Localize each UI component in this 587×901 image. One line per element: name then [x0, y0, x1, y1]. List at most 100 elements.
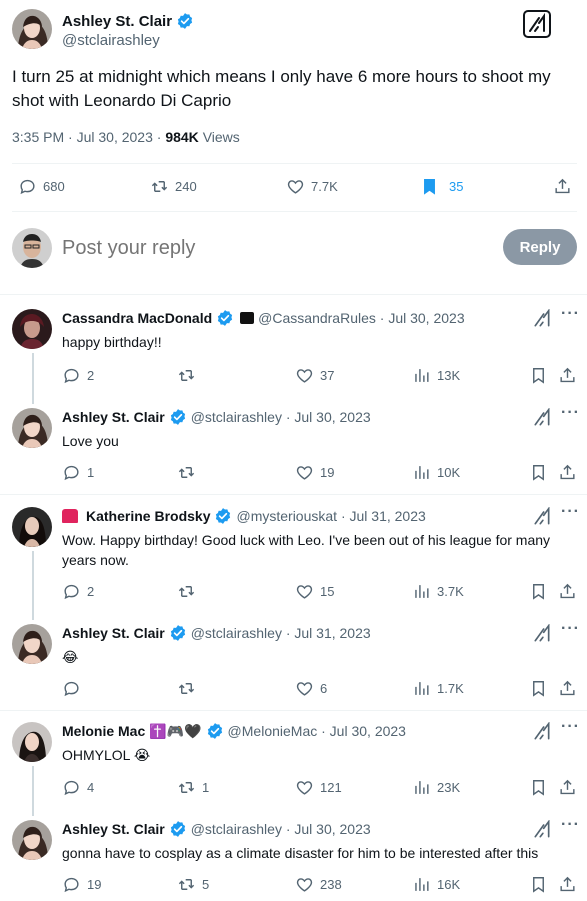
- verified-badge-icon: [169, 820, 187, 838]
- reply-avatar[interactable]: [12, 408, 52, 448]
- bookmark-action[interactable]: [529, 582, 548, 601]
- like-action[interactable]: 121: [295, 778, 342, 797]
- reply-avatar[interactable]: [12, 507, 52, 547]
- bookmark-count: 35: [449, 179, 464, 194]
- reply-handle-date[interactable]: @MelonieMac · Jul 30, 2023: [228, 723, 406, 739]
- like-count: 37: [320, 368, 335, 383]
- share-action[interactable]: [558, 582, 577, 601]
- more-options-icon[interactable]: ···: [561, 305, 580, 323]
- reply-handle-date[interactable]: @stclairashley · Jul 31, 2023: [191, 625, 371, 641]
- tweet-timestamp[interactable]: 3:35 PM · Jul 30, 2023: [12, 129, 153, 145]
- like-action[interactable]: 238: [295, 875, 342, 894]
- author-avatar[interactable]: [12, 9, 52, 49]
- views-action[interactable]: 3.7K: [412, 582, 464, 601]
- retweet-action[interactable]: [177, 582, 202, 601]
- retweet-icon: [177, 778, 196, 797]
- share-action[interactable]: [558, 778, 577, 797]
- bookmark-action[interactable]: [529, 778, 548, 797]
- retweet-action[interactable]: 1: [177, 778, 209, 797]
- share-icon: [558, 366, 577, 385]
- views-action[interactable]: 16K: [412, 875, 460, 894]
- retweet-icon: [177, 463, 196, 482]
- reply-action[interactable]: 19: [62, 875, 101, 894]
- reply-header: Melonie Mac ✝️🎮🖤 @MelonieMac · Jul 30, 2…: [62, 722, 406, 740]
- author-handle[interactable]: @stclairashley: [62, 32, 160, 49]
- reply-avatar[interactable]: [12, 820, 52, 860]
- views-count: 23K: [437, 780, 461, 795]
- share-action[interactable]: [553, 177, 572, 196]
- reply-author-name[interactable]: Ashley St. Clair: [62, 409, 165, 425]
- reply-action[interactable]: 2: [62, 366, 94, 385]
- reply-handle-date[interactable]: @stclairashley · Jul 30, 2023: [191, 409, 371, 425]
- reply-action[interactable]: 2: [62, 582, 94, 601]
- like-action[interactable]: 15: [295, 582, 334, 601]
- reply-author-name[interactable]: Cassandra MacDonald: [62, 310, 212, 326]
- retweet-action[interactable]: 5: [177, 875, 209, 894]
- grok-icon[interactable]: [523, 10, 551, 38]
- grok-icon[interactable]: [532, 309, 552, 329]
- reply-button[interactable]: Reply: [503, 229, 577, 265]
- author-name[interactable]: Ashley St. Clair: [62, 13, 172, 30]
- share-action[interactable]: [558, 875, 577, 894]
- like-action[interactable]: 37: [295, 366, 334, 385]
- reply-author-name[interactable]: Katherine Brodsky: [86, 508, 210, 524]
- more-options-icon[interactable]: ···: [561, 816, 580, 834]
- more-options-icon[interactable]: ···: [561, 620, 580, 638]
- grok-icon[interactable]: [532, 408, 552, 428]
- reply-avatar[interactable]: [12, 309, 52, 349]
- retweet-action[interactable]: [177, 366, 202, 385]
- reply-action[interactable]: 1: [62, 463, 94, 482]
- grok-icon[interactable]: [532, 722, 552, 742]
- more-options-icon[interactable]: ···: [561, 503, 580, 521]
- views-icon: [412, 463, 431, 482]
- reply-handle-date[interactable]: @CassandraRules · Jul 30, 2023: [258, 310, 464, 326]
- reply-author-name[interactable]: Ashley St. Clair: [62, 821, 165, 837]
- verified-badge-icon: [176, 12, 194, 30]
- reply-action[interactable]: [62, 679, 87, 698]
- flag-icon: [240, 312, 255, 324]
- grok-icon[interactable]: [532, 507, 552, 527]
- grok-icon[interactable]: [532, 820, 552, 840]
- retweet-action[interactable]: [177, 679, 202, 698]
- share-action[interactable]: [558, 366, 577, 385]
- reply-handle-date[interactable]: @mysteriouskat · Jul 31, 2023: [236, 508, 425, 524]
- like-count: 6: [320, 681, 328, 696]
- like-action[interactable]: 19: [295, 463, 334, 482]
- bookmark-action[interactable]: 35: [420, 177, 463, 196]
- reply-header: Katherine Brodsky @mysteriouskat · Jul 3…: [62, 507, 426, 525]
- reply-avatar[interactable]: [12, 722, 52, 762]
- more-options-icon[interactable]: ···: [561, 404, 580, 422]
- share-action[interactable]: [558, 679, 577, 698]
- more-options-icon[interactable]: ···: [561, 718, 580, 736]
- current-user-avatar[interactable]: [12, 228, 52, 268]
- bookmark-icon: [529, 679, 548, 698]
- reply-input[interactable]: [62, 233, 482, 263]
- reply-icon: [62, 463, 81, 482]
- reply-author-name[interactable]: Ashley St. Clair: [62, 625, 165, 641]
- like-action[interactable]: 7.7K: [286, 177, 338, 196]
- reply-action[interactable]: 4: [62, 778, 94, 797]
- views-action[interactable]: 23K: [412, 778, 460, 797]
- bookmark-action[interactable]: [529, 679, 548, 698]
- reply-avatar[interactable]: [12, 624, 52, 664]
- retweet-action[interactable]: [177, 463, 202, 482]
- like-action[interactable]: 6: [295, 679, 327, 698]
- share-icon: [558, 463, 577, 482]
- bookmark-action[interactable]: [529, 366, 548, 385]
- grok-icon[interactable]: [532, 624, 552, 644]
- thread-line: [32, 353, 34, 404]
- reply-author-name[interactable]: Melonie Mac: [62, 723, 145, 739]
- views-action[interactable]: 1.7K: [412, 679, 464, 698]
- bookmark-action[interactable]: [529, 875, 548, 894]
- views-action[interactable]: 10K: [412, 463, 460, 482]
- share-action[interactable]: [558, 463, 577, 482]
- reply-action[interactable]: 680: [18, 177, 65, 196]
- bookmark-action[interactable]: [529, 463, 548, 482]
- views-icon: [412, 875, 431, 894]
- reply-icon: [62, 582, 81, 601]
- reply-icon: [62, 366, 81, 385]
- views-count: 984K: [165, 129, 199, 145]
- reply-handle-date[interactable]: @stclairashley · Jul 30, 2023: [191, 821, 371, 837]
- views-action[interactable]: 13K: [412, 366, 460, 385]
- retweet-action[interactable]: 240: [150, 177, 197, 196]
